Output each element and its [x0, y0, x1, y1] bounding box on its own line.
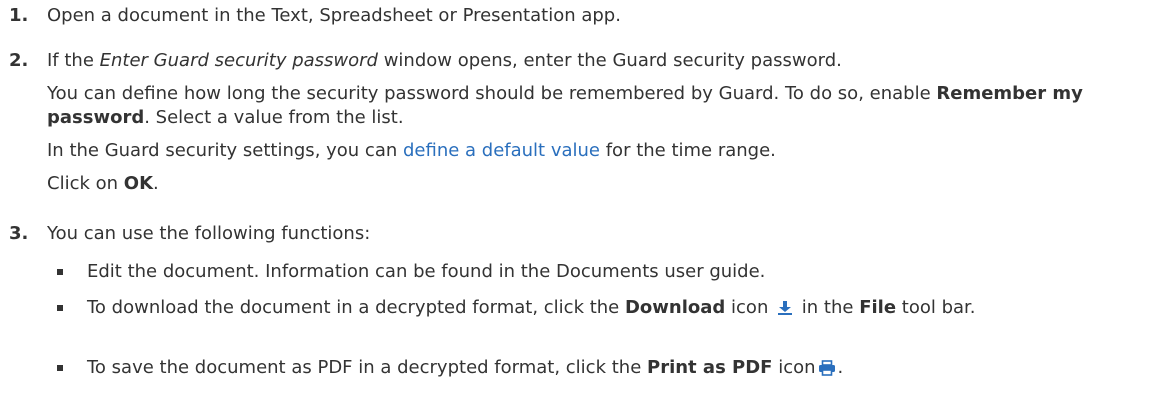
- download-icon: [776, 299, 794, 315]
- text-segment: icon: [772, 357, 816, 378]
- text-segment: Click on: [47, 173, 124, 194]
- list-item-text: To save the document as PDF in a decrypt…: [87, 356, 1156, 380]
- step-text: You can use the following functions:: [47, 223, 371, 244]
- icon-name: Print as PDF: [647, 357, 773, 378]
- click-ok-note: Click on OK.: [47, 172, 1146, 196]
- define-default-value-link[interactable]: define a default value: [403, 140, 600, 161]
- default-value-note: In the Guard security settings, you can …: [47, 139, 1146, 163]
- step-number: 2.: [9, 50, 29, 71]
- text-segment: In the Guard security settings, you can: [47, 140, 403, 161]
- bullet-marker: [57, 365, 63, 371]
- list-item-text: Edit the document. Information can be fo…: [87, 261, 766, 282]
- text-segment: icon: [725, 297, 775, 318]
- text-segment: window opens, enter the Guard security p…: [377, 50, 842, 71]
- text-segment: .: [837, 357, 844, 378]
- print-icon: [818, 359, 836, 376]
- text-segment: in the: [796, 297, 860, 318]
- text-segment: To save the document as PDF in a decrypt…: [87, 357, 647, 378]
- step-text: If the Enter Guard security password win…: [47, 49, 1146, 73]
- step-number: 3.: [9, 223, 29, 244]
- remember-password-note: You can define how long the security pas…: [47, 82, 1146, 130]
- toolbar-name: File: [859, 297, 897, 318]
- icon-name: Download: [624, 297, 726, 318]
- text-segment: .: [153, 173, 159, 194]
- window-name: Enter Guard security password: [99, 50, 378, 71]
- text-segment: To download the document in a decrypted …: [87, 297, 625, 318]
- text-segment: You can define how long the security pas…: [47, 83, 937, 104]
- text-segment: . Select a value from the list.: [144, 107, 404, 128]
- button-name: OK: [123, 173, 154, 194]
- step-text: Open a document in the Text, Spreadsheet…: [47, 5, 621, 26]
- step-number: 1.: [9, 5, 29, 26]
- text-segment: tool bar.: [896, 297, 976, 318]
- bullet-marker: [57, 305, 63, 311]
- text-segment: If the: [47, 50, 100, 71]
- text-segment: for the time range.: [600, 140, 776, 161]
- list-item-text: To download the document in a decrypted …: [87, 296, 1156, 320]
- bullet-marker: [57, 269, 63, 275]
